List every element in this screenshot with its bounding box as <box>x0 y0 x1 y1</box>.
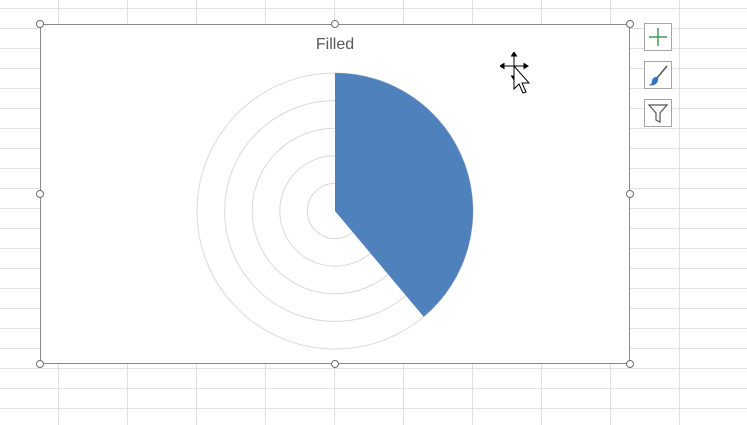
resize-handle-bottom-left[interactable] <box>36 360 44 368</box>
resize-handle-top-left[interactable] <box>36 20 44 28</box>
resize-handle-bottom-right[interactable] <box>626 360 634 368</box>
chart-filters-button[interactable] <box>644 99 672 127</box>
series-fill-area[interactable] <box>335 73 473 317</box>
chart-area[interactable]: Filled <box>40 24 630 364</box>
resize-handle-middle-right[interactable] <box>626 190 634 198</box>
move-cursor-icon <box>500 52 531 94</box>
resize-handle-top-center[interactable] <box>331 20 339 28</box>
radar-plot[interactable] <box>41 25 629 363</box>
resize-handle-top-right[interactable] <box>626 20 634 28</box>
funnel-icon <box>647 104 669 123</box>
chart-elements-button[interactable] <box>644 23 672 51</box>
paintbrush-icon <box>648 65 668 86</box>
resize-handle-bottom-center[interactable] <box>331 360 339 368</box>
series-fills <box>335 73 473 317</box>
chart-styles-button[interactable] <box>644 61 672 89</box>
plus-icon <box>649 28 667 46</box>
resize-handle-middle-left[interactable] <box>36 190 44 198</box>
